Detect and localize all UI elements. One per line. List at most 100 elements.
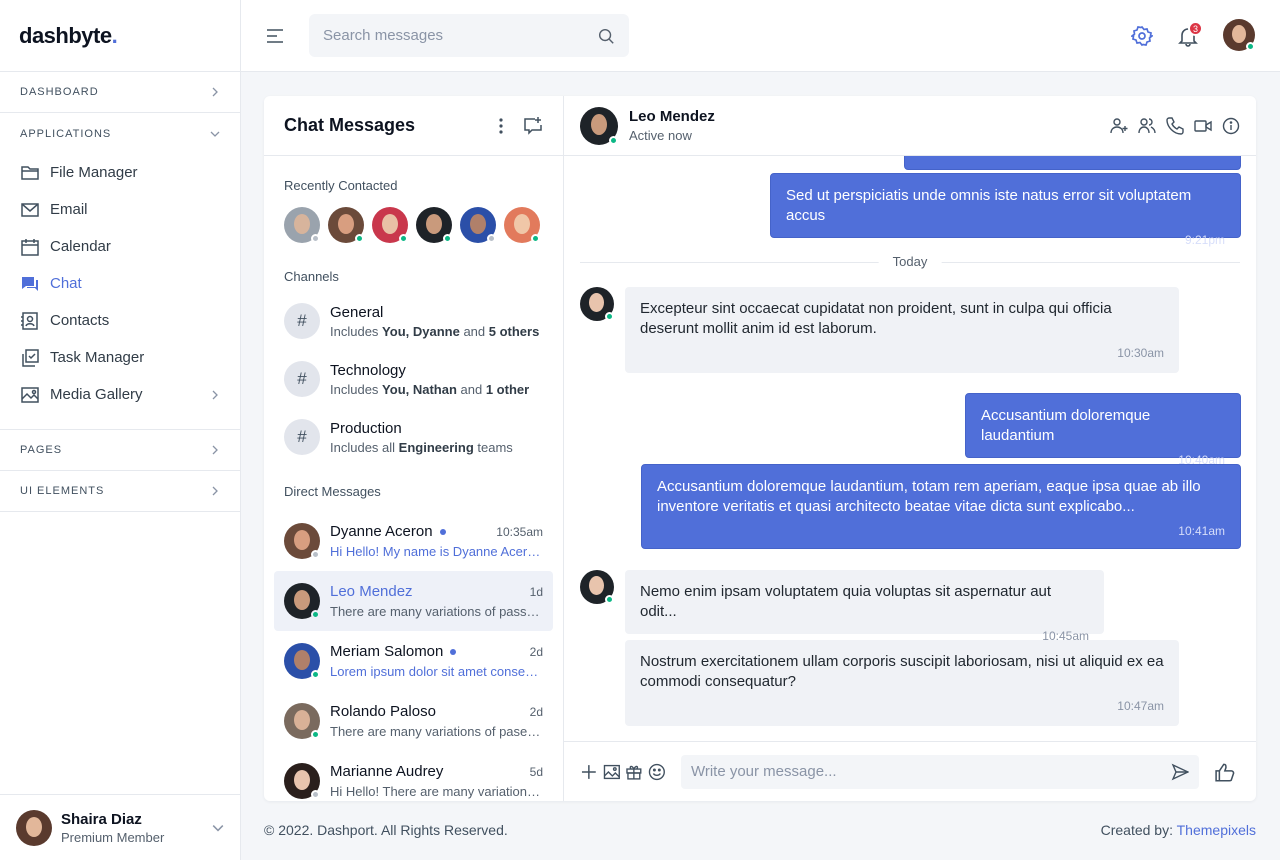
channel-item-technology[interactable]: # Technology Includes You, Nathan and 1 … [264,350,563,408]
avatar [284,763,320,799]
chevron-right-icon [212,445,218,455]
channel-members: Includes You, Nathan and 1 other [330,381,530,397]
plus-icon[interactable] [580,763,598,781]
sidebar-item-calendar[interactable]: Calendar [0,228,240,265]
sidebar-item-media-gallery[interactable]: Media Gallery [0,376,240,413]
message-bubble-incoming: Excepteur sint occaecat cupidatat non pr… [625,287,1179,373]
nav-section-ui-elements[interactable]: UI ELEMENTS [0,471,240,512]
channel-name: General [330,303,384,321]
dm-item-marianne-audrey[interactable]: Marianne Audrey 5d Hi Hello! There are ma… [274,751,553,801]
dm-time: 10:35am [496,524,543,539]
send-icon[interactable] [1171,763,1190,781]
message-bubble-outgoing: Accusantium doloremque laudantium 10:40a… [965,393,1241,467]
info-icon[interactable] [1222,117,1240,135]
channel-item-production[interactable]: # Production Includes all Engineering te… [264,408,563,466]
status-dot [311,550,320,559]
new-chat-icon[interactable] [523,116,543,136]
brand-name: dashbyte [19,22,112,48]
dm-item-leo-mendez[interactable]: Leo Mendez 1d There are many variations o… [274,571,553,631]
nav-section-label: UI ELEMENTS [20,485,105,497]
sender-avatar [580,287,614,321]
message-text: Accusantium doloremque laudantium, totam… [657,478,1201,515]
message-bubble-outgoing [904,156,1241,170]
unread-dot [439,528,446,535]
tasks-icon [22,348,39,367]
dm-preview: There are many variations of pass. Every… [330,604,543,619]
dm-name: Meriam Salomon [330,643,444,660]
sidebar-item-chat[interactable]: Chat [0,265,240,302]
dm-name: Rolando Paloso [330,703,436,720]
chat-list-pane: Chat Messages Recently Contacted Channel… [264,96,564,801]
dm-preview: There are many variations of paserrage [330,724,543,739]
recent-contact-avatar[interactable] [504,207,540,243]
message-text: Sed ut perspiciatis unde omnis iste natu… [786,187,1192,224]
header-avatar[interactable] [1223,19,1255,51]
channel-members: Includes You, Dyanne and 5 others [330,323,540,339]
dm-time: 2d [529,644,543,659]
sidebar-item-file-manager[interactable]: File Manager [0,154,240,191]
conversation-header: Leo Mendez Active now [564,96,1256,156]
sidebar-item-contacts[interactable]: Contacts [0,302,240,339]
recent-contact-avatar[interactable] [416,207,452,243]
recent-contact-avatar[interactable] [372,207,408,243]
unread-dot [450,648,457,655]
message-text: Accusantium doloremque laudantium [981,407,1151,444]
recent-contact-avatar[interactable] [284,207,320,243]
dm-item-rolando-paloso[interactable]: Rolando Paloso 2d There are many variatio… [274,691,553,751]
message-time: 10:30am [1117,346,1164,360]
gear-icon[interactable] [1131,25,1153,47]
channel-item-general[interactable]: # General Includes You, Dyanne and 5 oth… [264,292,563,350]
nav-section-applications[interactable]: APPLICATIONS [0,113,240,154]
contact-avatar[interactable] [580,106,618,145]
notification-button[interactable]: 3 [1177,21,1203,47]
thumbs-up-icon[interactable] [1215,762,1235,782]
more-vertical-icon[interactable] [491,116,511,136]
dm-preview: Hi Hello! My name is Dyanne Aceron and I… [330,544,543,559]
emoji-icon[interactable] [648,763,666,781]
creator-link[interactable]: Themepixels [1177,822,1256,838]
sidebar-item-email[interactable]: Email [0,191,240,228]
image-icon[interactable] [603,763,621,781]
message-bubble-outgoing: Sed ut perspiciatis unde omnis iste natu… [770,173,1241,247]
dm-time: 1d [529,584,543,599]
video-icon[interactable] [1194,117,1212,135]
chevron-right-icon [212,390,218,399]
nav-section-dashboard[interactable]: DASHBOARD [0,72,240,113]
recent-contact-avatar[interactable] [460,207,496,243]
channel-members: Includes all Engineering teams [330,439,513,455]
recently-contacted-label: Recently Contacted [284,178,398,193]
gallery-icon [21,386,39,403]
message-text: Nemo enim ipsam voluptatem quia voluptas… [640,583,1052,620]
channel-list: # General Includes You, Dyanne and 5 oth… [264,292,563,466]
sidebar-user-card[interactable]: Shaira Diaz Premium Member [0,794,240,860]
channel-name: Production [330,419,402,437]
message-time: 10:41am [1178,524,1225,538]
message-input[interactable] [690,763,1172,780]
brand-logo[interactable]: dashbyte. [0,0,240,72]
avatar [284,583,320,619]
user-role: Premium Member [61,829,165,845]
sidebar-item-label: File Manager [50,164,138,181]
phone-icon[interactable] [1166,116,1184,135]
page-footer: © 2022. Dashport. All Rights Reserved. C… [264,822,1256,838]
group-icon[interactable] [1138,117,1156,135]
dm-name: Marianne Audrey [330,763,444,780]
dm-item-dyanne-aceron[interactable]: Dyanne Aceron 10:35am Hi Hello! My name i… [274,511,553,571]
gift-icon[interactable] [625,763,643,781]
contact-status: Active now [629,128,692,143]
credit-text: Created by: Themepixels [1100,822,1256,838]
recent-contact-avatar[interactable] [328,207,364,243]
add-user-icon[interactable] [1110,117,1128,135]
chat-icon [22,276,38,291]
chevron-down-icon[interactable] [212,822,224,834]
dm-preview: Lorem ipsum dolor sit amet consectetur a… [330,664,543,679]
sidebar-item-task-manager[interactable]: Task Manager [0,339,240,376]
search-input[interactable] [323,27,597,44]
sidebar-item-label: Chat [50,275,82,292]
chat-panel: Chat Messages Recently Contacted Channel… [264,96,1256,801]
dm-item-meriam-salomon[interactable]: Meriam Salomon 2d Lorem ipsum dolor sit a… [274,631,553,691]
search-icon[interactable] [597,27,615,45]
hamburger-menu-icon[interactable] [265,26,285,46]
nav-section-pages[interactable]: PAGES [0,430,240,471]
search-bar [309,14,629,57]
